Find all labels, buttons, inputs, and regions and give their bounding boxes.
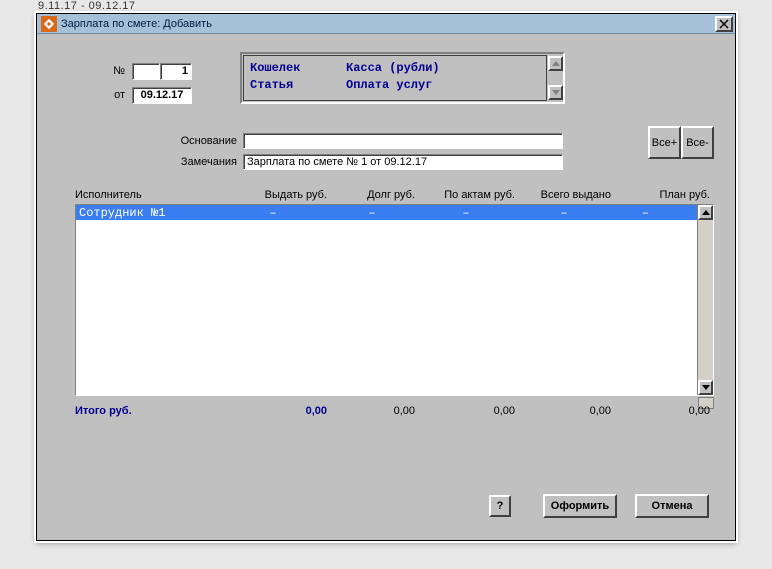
dialog-buttons: ? Оформить Отмена [489, 494, 709, 518]
select-all-group: Все+ Все- [648, 126, 714, 159]
cell-executor: Сотрудник №1 [76, 206, 218, 220]
grid-scrollbar[interactable] [697, 205, 713, 395]
date-input[interactable]: 09.12.17 [132, 87, 192, 104]
title-bar: Зарплата по смете: Добавить [37, 14, 735, 34]
app-icon [41, 16, 57, 32]
totals-row: Итого руб. 0,00 0,00 0,00 0,00 0,00 [75, 403, 714, 419]
submit-button[interactable]: Оформить [543, 494, 617, 518]
scroll-up-icon[interactable] [698, 205, 713, 220]
classification-group: Кошелек Касса (рубли) Статья Оплата услу… [240, 52, 565, 104]
totals-label: Итого руб. [75, 405, 217, 417]
cell-total: – [516, 206, 612, 220]
basis-label: Основание [167, 135, 237, 147]
stray-date-range: 9.11.17 - 09.12.17 [38, 0, 135, 12]
article-value[interactable]: Оплата услуг [346, 78, 542, 94]
deselect-all-button[interactable]: Все- [681, 126, 714, 159]
col-debt: Долг руб. [327, 189, 415, 203]
col-acts: По актам руб. [415, 189, 515, 203]
window-title: Зарплата по смете: Добавить [61, 18, 711, 30]
basis-input[interactable] [243, 133, 563, 149]
table-row[interactable]: Сотрудник №1 – – – – – [76, 205, 697, 220]
wallet-value[interactable]: Касса (рубли) [346, 61, 542, 77]
article-key: Статья [250, 78, 346, 94]
col-total: Всего выдано [515, 189, 611, 203]
cell-plan: – [612, 206, 697, 220]
col-executor: Исполнитель [75, 189, 217, 203]
cell-debt: – [328, 206, 416, 220]
totals-total: 0,00 [515, 405, 611, 417]
grid-body[interactable]: Сотрудник №1 – – – – – [75, 204, 714, 396]
date-label: от [97, 89, 125, 101]
group-scroll-down-icon[interactable] [548, 85, 563, 100]
dialog-window: Зарплата по смете: Добавить № 1 от 09.12… [36, 13, 736, 541]
notes-label: Замечания [167, 156, 237, 168]
totals-plan: 0,00 [611, 405, 714, 417]
col-give: Выдать руб. [217, 189, 327, 203]
notes-input[interactable]: Зарплата по смете № 1 от 09.12.17 [243, 154, 563, 170]
cancel-button[interactable]: Отмена [635, 494, 709, 518]
totals-give: 0,00 [217, 405, 327, 417]
number-prefix-input[interactable] [132, 63, 160, 80]
number-input[interactable]: 1 [160, 63, 192, 80]
close-icon[interactable] [715, 16, 733, 32]
col-plan: План руб. [611, 189, 714, 203]
wallet-key: Кошелек [250, 61, 346, 77]
select-all-button[interactable]: Все+ [648, 126, 681, 159]
number-label: № [97, 65, 125, 77]
scroll-down-icon[interactable] [698, 380, 713, 395]
cell-acts: – [416, 206, 516, 220]
grid-header-row: Исполнитель Выдать руб. Долг руб. По акт… [75, 189, 714, 203]
group-scroll-up-icon[interactable] [548, 56, 563, 71]
help-button[interactable]: ? [489, 495, 511, 517]
totals-debt: 0,00 [327, 405, 415, 417]
totals-acts: 0,00 [415, 405, 515, 417]
cell-give: – [218, 206, 328, 220]
